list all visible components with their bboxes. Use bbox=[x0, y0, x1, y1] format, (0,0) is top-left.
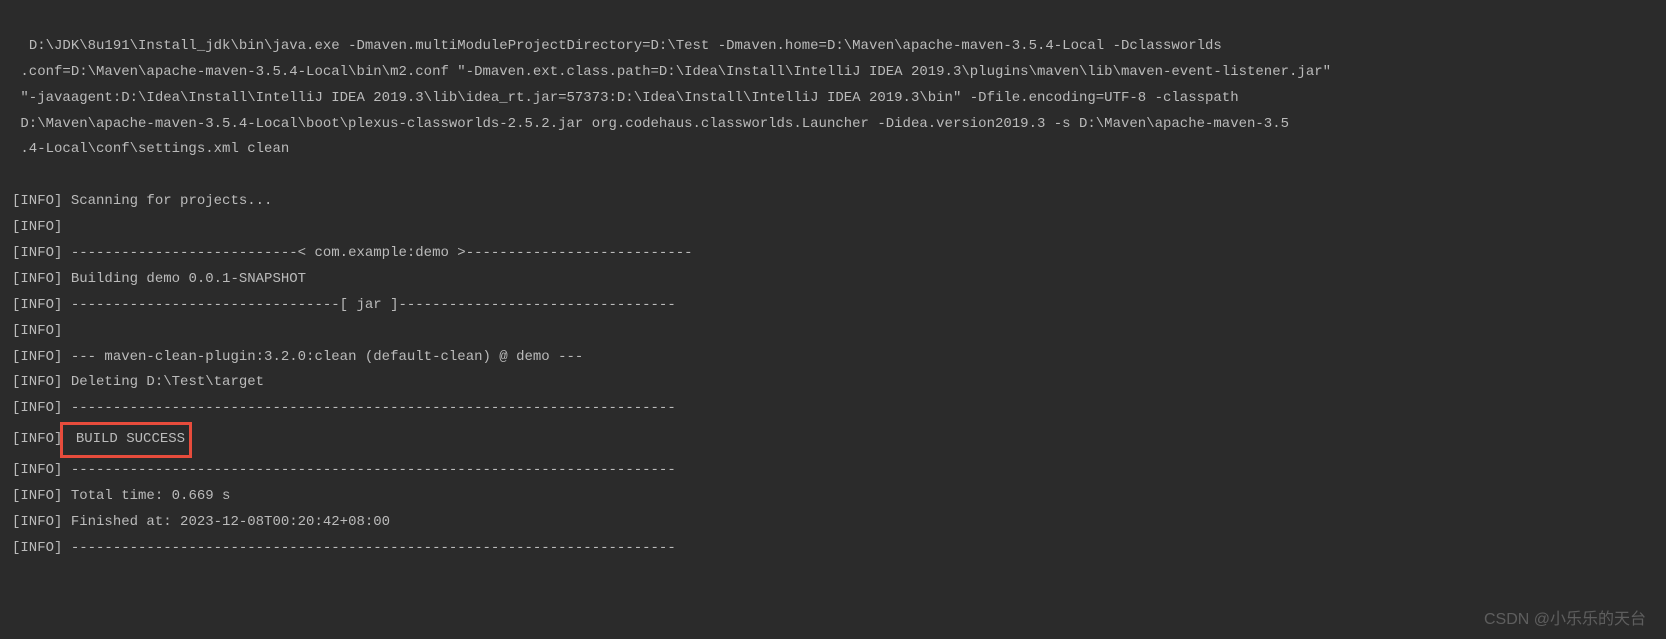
watermark-text: CSDN @小乐乐的天台 bbox=[1484, 605, 1646, 629]
log-line: [INFO] ---------------------------------… bbox=[12, 458, 1654, 484]
log-line: [INFO] Scanning for projects... bbox=[12, 189, 1654, 215]
log-prefix: [INFO] bbox=[12, 323, 62, 339]
log-text: Scanning for projects... bbox=[62, 193, 272, 209]
log-line: [INFO] Deleting D:\Test\target bbox=[12, 370, 1654, 396]
log-line: [INFO] ---------------------------------… bbox=[12, 536, 1654, 562]
log-text: ----------------------------------------… bbox=[62, 540, 675, 556]
log-prefix: [INFO] bbox=[12, 271, 62, 287]
log-text: ----------------------------------------… bbox=[62, 400, 675, 416]
log-line: [INFO] --------------------------------[… bbox=[12, 293, 1654, 319]
log-text: Building demo 0.0.1-SNAPSHOT bbox=[62, 271, 306, 287]
log-line: [INFO] ---------------------------< com.… bbox=[12, 241, 1654, 267]
log-prefix: [INFO] bbox=[12, 193, 62, 209]
log-lines-container: [INFO] Scanning for projects...[INFO][IN… bbox=[12, 189, 1654, 561]
log-prefix: [INFO] bbox=[12, 219, 62, 235]
log-prefix: [INFO] bbox=[12, 374, 62, 390]
log-prefix: [INFO] bbox=[12, 245, 62, 261]
log-text bbox=[62, 323, 70, 339]
log-prefix: [INFO] bbox=[12, 297, 62, 313]
log-line: [INFO] Building demo 0.0.1-SNAPSHOT bbox=[12, 267, 1654, 293]
log-prefix: [INFO] bbox=[12, 349, 62, 365]
log-text: Deleting D:\Test\target bbox=[62, 374, 264, 390]
log-prefix: [INFO] bbox=[12, 431, 62, 447]
log-prefix: [INFO] bbox=[12, 540, 62, 556]
log-line: [INFO] Finished at: 2023-12-08T00:20:42+… bbox=[12, 510, 1654, 536]
log-text: Finished at: 2023-12-08T00:20:42+08:00 bbox=[62, 514, 390, 530]
build-success-highlight: BUILD SUCCESS bbox=[60, 422, 192, 458]
log-prefix: [INFO] bbox=[12, 462, 62, 478]
log-text: ----------------------------------------… bbox=[62, 462, 675, 478]
log-line: [INFO] Total time: 0.669 s bbox=[12, 484, 1654, 510]
log-text: --------------------------------[ jar ]-… bbox=[62, 297, 675, 313]
log-line: [INFO] bbox=[12, 215, 1654, 241]
log-line: [INFO] bbox=[12, 319, 1654, 345]
log-text: ---------------------------< com.example… bbox=[62, 245, 692, 261]
log-line: [INFO] ---------------------------------… bbox=[12, 396, 1654, 422]
console-output[interactable]: D:\JDK\8u191\Install_jdk\bin\java.exe -D… bbox=[0, 0, 1666, 596]
log-prefix: [INFO] bbox=[12, 488, 62, 504]
log-text: Total time: 0.669 s bbox=[62, 488, 230, 504]
log-line: [INFO] --- maven-clean-plugin:3.2.0:clea… bbox=[12, 345, 1654, 371]
log-prefix: [INFO] bbox=[12, 400, 62, 416]
log-prefix: [INFO] bbox=[12, 514, 62, 530]
java-command: D:\JDK\8u191\Install_jdk\bin\java.exe -D… bbox=[12, 38, 1331, 158]
log-line: [INFO] BUILD SUCCESS bbox=[12, 422, 1654, 458]
log-text: --- maven-clean-plugin:3.2.0:clean (defa… bbox=[62, 349, 583, 365]
